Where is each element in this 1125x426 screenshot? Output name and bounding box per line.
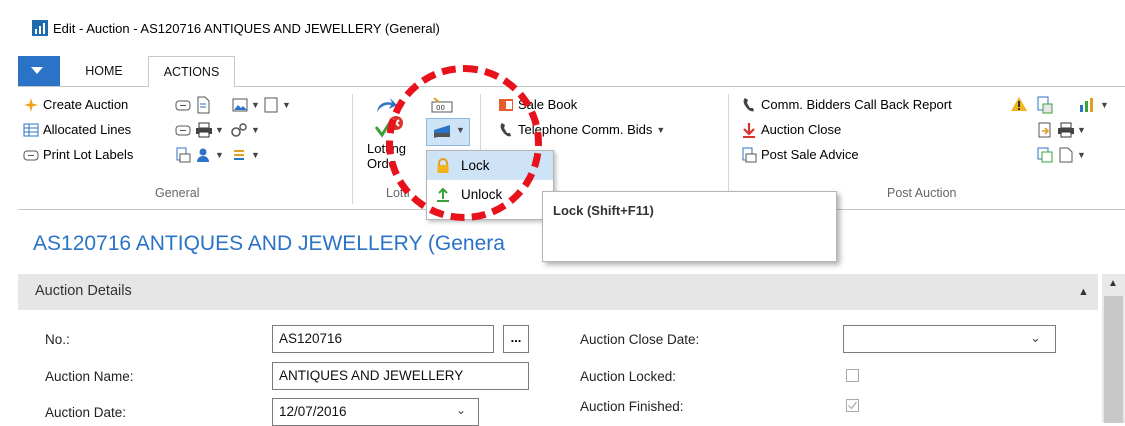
auction-close-label: Auction Close xyxy=(761,122,842,137)
chevron-down-icon[interactable]: ▼ xyxy=(1077,150,1086,160)
comm-bidders-report-button[interactable]: Comm. Bidders Call Back Report xyxy=(741,95,952,115)
chevron-up-icon[interactable]: ▲ xyxy=(1078,286,1089,298)
print-lot-labels-label: Print Lot Labels xyxy=(43,147,134,162)
chevron-down-icon[interactable]: ▼ xyxy=(215,150,224,160)
create-auction-label: Create Auction xyxy=(43,97,129,112)
page-icon[interactable] xyxy=(1059,147,1073,163)
scrollbar-thumb[interactable] xyxy=(1104,296,1123,423)
chevron-down-icon[interactable]: ▼ xyxy=(251,125,260,135)
tooltip-text: Lock (Shift+F11) xyxy=(553,203,654,218)
picture-icon[interactable] xyxy=(232,97,248,113)
gears-icon[interactable] xyxy=(230,122,248,138)
phone-icon xyxy=(743,98,754,112)
annotation-circle xyxy=(386,65,542,221)
print-preview-icon xyxy=(742,147,757,163)
table-icon xyxy=(23,123,39,137)
post-sale-advice-button[interactable]: Post Sale Advice xyxy=(741,145,859,165)
chevron-down-icon: ▼ xyxy=(656,125,666,135)
auction-date-label: Auction Date: xyxy=(45,405,127,420)
report-icon[interactable] xyxy=(1037,96,1053,114)
allocated-lines-button[interactable]: Allocated Lines xyxy=(23,120,131,140)
checkmark-icon xyxy=(848,401,857,410)
download-arrow-icon xyxy=(743,123,755,138)
person-icon[interactable] xyxy=(195,147,211,163)
no-field[interactable]: AS120716 xyxy=(272,325,494,353)
chevron-down-icon[interactable]: ⌄ xyxy=(1030,330,1041,346)
list-arrow-icon[interactable] xyxy=(232,147,248,163)
id-card-icon[interactable] xyxy=(175,97,191,113)
chevron-down-icon[interactable]: ⌄ xyxy=(456,403,466,417)
post-sale-advice-label: Post Sale Advice xyxy=(761,147,859,162)
tab-home[interactable]: HOME xyxy=(74,56,134,86)
print-preview-icon[interactable] xyxy=(175,147,191,163)
ribbon-separator xyxy=(728,94,729,204)
chevron-down-icon[interactable]: ▼ xyxy=(251,100,260,110)
auction-date-value: 12/07/2016 xyxy=(279,404,347,419)
document-icon[interactable] xyxy=(195,96,211,114)
id-card-icon[interactable] xyxy=(175,122,191,138)
auction-name-label: Auction Name: xyxy=(45,369,134,384)
group-label-post-auction: Post Auction xyxy=(887,186,957,200)
tooltip xyxy=(542,191,837,262)
auction-close-date-field[interactable] xyxy=(843,325,1056,353)
page-title: AS120716 ANTIQUES AND JEWELLERY (Genera xyxy=(33,232,505,255)
create-auction-button[interactable]: Create Auction xyxy=(23,95,128,115)
chevron-down-icon[interactable]: ▼ xyxy=(251,150,260,160)
chevron-down-icon xyxy=(31,67,43,74)
bar-chart-icon[interactable] xyxy=(1079,97,1097,113)
no-label: No.: xyxy=(45,332,70,347)
scroll-up-icon[interactable]: ▲ xyxy=(1108,278,1118,289)
comm-bidders-report-label: Comm. Bidders Call Back Report xyxy=(761,97,952,112)
warning-icon[interactable] xyxy=(1010,96,1028,112)
printer-icon[interactable] xyxy=(1057,122,1075,138)
chevron-down-icon[interactable]: ▼ xyxy=(215,125,224,135)
label-icon xyxy=(23,150,39,161)
fasttab-header[interactable] xyxy=(18,274,1098,310)
export-icon[interactable] xyxy=(1037,122,1053,138)
auction-name-field[interactable]: ANTIQUES AND JEWELLERY xyxy=(272,362,529,390)
printer-icon[interactable] xyxy=(195,122,213,138)
chevron-down-icon[interactable]: ▼ xyxy=(1100,100,1109,110)
sparkle-icon xyxy=(24,98,38,112)
tab-actions[interactable]: ACTIONS xyxy=(148,56,235,88)
auction-finished-checkbox[interactable] xyxy=(846,399,859,412)
allocated-lines-label: Allocated Lines xyxy=(43,122,132,137)
auction-close-date-label: Auction Close Date: xyxy=(580,332,700,347)
group-label-general: General xyxy=(155,186,200,200)
fasttab-title: Auction Details xyxy=(35,283,132,299)
app-logo-icon xyxy=(32,20,48,36)
blank-page-icon[interactable] xyxy=(264,97,278,113)
auction-locked-label: Auction Locked: xyxy=(580,369,677,384)
auction-finished-label: Auction Finished: xyxy=(580,399,684,414)
chevron-down-icon[interactable]: ▼ xyxy=(1077,125,1086,135)
copy-report-icon[interactable] xyxy=(1037,147,1053,163)
auction-locked-checkbox[interactable] xyxy=(846,369,859,382)
auction-date-field[interactable]: 12/07/2016 xyxy=(272,398,479,426)
print-lot-labels-button[interactable]: Print Lot Labels xyxy=(23,145,133,165)
window-title: Edit - Auction - AS120716 ANTIQUES AND J… xyxy=(53,21,440,36)
assist-edit-button[interactable]: ... xyxy=(503,325,529,353)
chevron-down-icon[interactable]: ▼ xyxy=(282,100,291,110)
ribbon-separator xyxy=(352,94,353,204)
auction-close-button[interactable]: Auction Close xyxy=(741,120,841,140)
